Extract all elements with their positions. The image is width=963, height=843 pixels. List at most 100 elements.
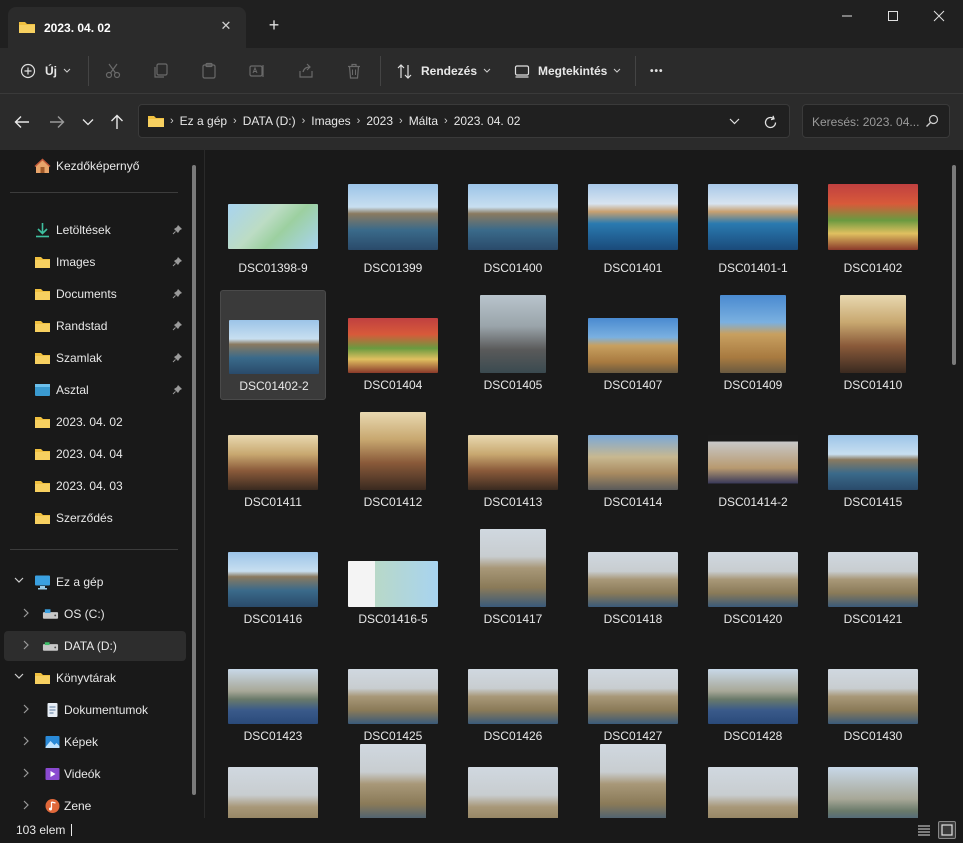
file-item[interactable]: DSC01402 bbox=[820, 173, 926, 283]
share-button[interactable] bbox=[297, 56, 315, 86]
file-thumbnail[interactable] bbox=[708, 767, 798, 818]
file-thumbnail[interactable] bbox=[360, 744, 426, 818]
nav-item-recent-4[interactable]: Szerződés bbox=[4, 503, 186, 533]
nav-item-recent-1[interactable]: 2023. 04. 02 bbox=[4, 407, 186, 437]
nav-item-kepek[interactable]: Képek bbox=[4, 727, 186, 757]
file-item[interactable]: DSC01427 bbox=[580, 641, 686, 751]
nav-item-randstad[interactable]: Randstad bbox=[4, 311, 186, 341]
breadcrumb-malta[interactable]: Málta bbox=[409, 114, 438, 128]
chevron-right-icon[interactable] bbox=[22, 800, 30, 810]
nav-item-images[interactable]: Images bbox=[4, 247, 186, 277]
nav-item-desktop[interactable]: Asztal bbox=[4, 375, 186, 405]
copy-button[interactable] bbox=[152, 56, 170, 86]
file-item[interactable]: DSC01404 bbox=[340, 290, 446, 400]
nav-item-drive-d[interactable]: DATA (D:) bbox=[4, 631, 186, 661]
chevron-right-icon[interactable] bbox=[22, 608, 30, 618]
file-item[interactable]: DSC01416-5 bbox=[340, 524, 446, 634]
chevron-right-icon[interactable] bbox=[22, 768, 30, 778]
file-item[interactable]: DSC01416 bbox=[220, 524, 326, 634]
address-history-button[interactable] bbox=[724, 111, 744, 131]
paste-button[interactable] bbox=[200, 56, 218, 86]
breadcrumb-images[interactable]: Images bbox=[311, 114, 350, 128]
nav-item-zene[interactable]: Zene bbox=[4, 791, 186, 818]
minimize-button[interactable] bbox=[824, 0, 870, 32]
nav-item-downloads[interactable]: Letöltések bbox=[4, 215, 186, 245]
nav-item-drive-c[interactable]: OS (C:) bbox=[4, 599, 186, 629]
forward-button[interactable] bbox=[46, 111, 68, 133]
file-item[interactable]: DSC01420 bbox=[700, 524, 806, 634]
file-item[interactable]: DSC01414-2 bbox=[700, 407, 806, 517]
file-item[interactable]: DSC01426 bbox=[460, 641, 566, 751]
file-item[interactable]: DSC01428 bbox=[700, 641, 806, 751]
chevron-down-icon[interactable] bbox=[14, 672, 24, 680]
file-item[interactable]: DSC01415 bbox=[820, 407, 926, 517]
refresh-button[interactable] bbox=[759, 111, 781, 133]
pin-icon[interactable] bbox=[172, 224, 183, 235]
nav-item-this-pc[interactable]: Ez a gép bbox=[4, 567, 186, 597]
file-item[interactable]: DSC01402-2 bbox=[220, 290, 326, 400]
view-button[interactable]: Megtekintés bbox=[514, 56, 621, 86]
search-placeholder[interactable]: Keresés: 2023. 04.... bbox=[812, 115, 920, 129]
file-item[interactable]: DSC01417 bbox=[460, 524, 566, 634]
nav-item-videok[interactable]: Videók bbox=[4, 759, 186, 789]
file-thumbnail[interactable] bbox=[468, 767, 558, 818]
close-window-button[interactable] bbox=[916, 0, 962, 32]
details-view-button[interactable] bbox=[915, 821, 933, 839]
file-item[interactable]: DSC01425 bbox=[340, 641, 446, 751]
chevron-down-icon[interactable] bbox=[14, 576, 24, 584]
back-button[interactable] bbox=[11, 111, 33, 133]
content-scrollbar[interactable] bbox=[952, 165, 956, 365]
file-item[interactable]: DSC01411 bbox=[220, 407, 326, 517]
large-icons-view-button[interactable] bbox=[938, 821, 956, 839]
file-item[interactable]: DSC01421 bbox=[820, 524, 926, 634]
file-item[interactable]: DSC01410 bbox=[820, 290, 926, 400]
file-thumbnail[interactable] bbox=[828, 767, 918, 818]
pin-icon[interactable] bbox=[172, 256, 183, 267]
breadcrumb-separator[interactable]: › bbox=[302, 115, 306, 127]
nav-item-documents[interactable]: Documents bbox=[4, 279, 186, 309]
file-item[interactable]: DSC01430 bbox=[820, 641, 926, 751]
search-box[interactable]: Keresés: 2023. 04.... bbox=[802, 104, 950, 138]
chevron-right-icon[interactable] bbox=[22, 704, 30, 714]
address-bar[interactable]: › Ez a gép › DATA (D:) › Images › 2023 ›… bbox=[138, 104, 790, 138]
close-tab-icon[interactable]: ✕ bbox=[216, 16, 236, 36]
cut-button[interactable] bbox=[104, 56, 122, 86]
chevron-right-icon[interactable] bbox=[22, 736, 30, 746]
file-item[interactable]: DSC01413 bbox=[460, 407, 566, 517]
file-item[interactable]: DSC01399 bbox=[340, 173, 446, 283]
search-icon[interactable] bbox=[925, 114, 939, 128]
nav-scrollbar[interactable] bbox=[192, 165, 196, 795]
file-item[interactable]: DSC01401-1 bbox=[700, 173, 806, 283]
pane-divider[interactable] bbox=[204, 150, 205, 818]
rename-button[interactable] bbox=[248, 56, 266, 86]
file-thumbnail[interactable] bbox=[228, 767, 318, 818]
breadcrumb-separator[interactable]: › bbox=[444, 115, 448, 127]
file-item[interactable]: DSC01418 bbox=[580, 524, 686, 634]
file-item[interactable]: DSC01398-9 bbox=[220, 173, 326, 283]
more-options-button[interactable]: ••• bbox=[650, 56, 664, 86]
pin-icon[interactable] bbox=[172, 384, 183, 395]
pin-icon[interactable] bbox=[172, 288, 183, 299]
breadcrumb-2023[interactable]: 2023 bbox=[366, 114, 393, 128]
tab-active[interactable]: 2023. 04. 02 ✕ bbox=[8, 7, 246, 48]
sort-button[interactable]: Rendezés bbox=[396, 56, 491, 86]
pin-icon[interactable] bbox=[172, 352, 183, 363]
new-button[interactable]: Új bbox=[20, 56, 71, 86]
file-item[interactable]: DSC01401 bbox=[580, 173, 686, 283]
breadcrumb-separator[interactable]: › bbox=[233, 115, 237, 127]
file-item[interactable]: DSC01407 bbox=[580, 290, 686, 400]
chevron-right-icon[interactable] bbox=[22, 640, 30, 650]
file-item[interactable]: DSC01405 bbox=[460, 290, 566, 400]
file-item[interactable]: DSC01409 bbox=[700, 290, 806, 400]
new-tab-button[interactable]: + bbox=[263, 14, 285, 36]
nav-item-home[interactable]: Kezdőképernyő bbox=[4, 151, 186, 181]
breadcrumb-separator[interactable]: › bbox=[399, 115, 403, 127]
file-item[interactable]: DSC01414 bbox=[580, 407, 686, 517]
nav-item-recent-2[interactable]: 2023. 04. 04 bbox=[4, 439, 186, 469]
breadcrumb-data-drive[interactable]: DATA (D:) bbox=[243, 114, 296, 128]
file-item[interactable]: DSC01423 bbox=[220, 641, 326, 751]
maximize-button[interactable] bbox=[870, 0, 916, 32]
breadcrumb-current-folder[interactable]: 2023. 04. 02 bbox=[454, 114, 521, 128]
recent-locations-button[interactable] bbox=[77, 111, 99, 133]
pin-icon[interactable] bbox=[172, 320, 183, 331]
